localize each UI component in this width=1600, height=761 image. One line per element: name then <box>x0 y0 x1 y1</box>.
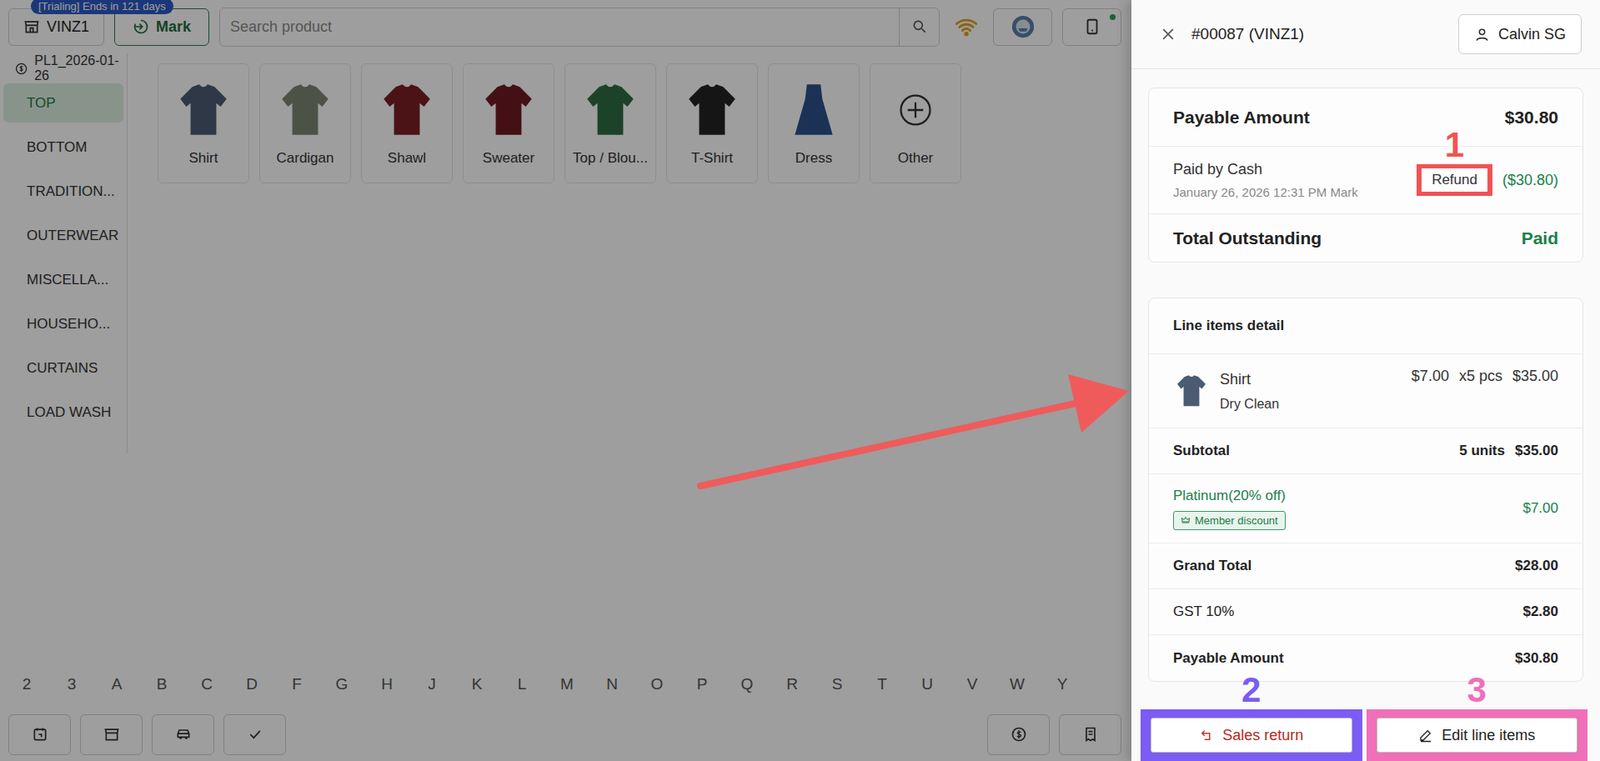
order-drawer: #00087 (VINZ1) Calvin SG Payable Amount$30… <box>1131 0 1600 761</box>
customer-button[interactable]: Calvin SG <box>1458 14 1582 55</box>
pos-screen: VINZ1[Trialing] Ends in 121 daysMarkPL1_… <box>0 0 1600 761</box>
drawer-body: Payable Amount$30.80Paid by CashJanuary … <box>1131 69 1600 710</box>
annotation-box: 2Sales return <box>1140 709 1363 761</box>
drawer-header: #00087 (VINZ1) Calvin SG <box>1131 0 1600 70</box>
action-button[interactable]: Edit line items <box>1376 717 1579 753</box>
summary-row: GST 10%$2.80 <box>1148 589 1583 636</box>
crown-icon <box>1180 515 1191 526</box>
outstanding-row: Total OutstandingPaid <box>1148 214 1583 262</box>
summary-row: Subtotal5 units$35.00 <box>1148 428 1583 475</box>
member-badge: Member discount <box>1173 511 1286 531</box>
payment-row: Paid by CashJanuary 26, 2026 12:31 PM Ma… <box>1148 146 1583 215</box>
person-icon <box>1474 26 1490 43</box>
payment-card: Payable Amount$30.80Paid by CashJanuary … <box>1148 87 1584 263</box>
return-icon <box>1198 727 1214 743</box>
close-icon[interactable] <box>1159 25 1177 43</box>
action-button[interactable]: Sales return <box>1150 717 1353 753</box>
line-item[interactable]: ShirtDry Clean$7.00x5 pcs$35.00 <box>1148 354 1583 429</box>
payable-row: Payable Amount$30.80 <box>1148 88 1583 147</box>
line-items-card: Line items detailShirtDry Clean$7.00x5 p… <box>1148 297 1584 683</box>
annotation-box: 3Edit line items <box>1366 709 1589 761</box>
annotation-number: 2 <box>1241 672 1261 708</box>
order-title: #00087 (VINZ1) <box>1191 25 1305 44</box>
annotation-number: 1 <box>1444 127 1465 163</box>
summary-row: Platinum(20% off) Member discount$7.00 <box>1148 474 1583 544</box>
line-items-title: Line items detail <box>1148 298 1583 355</box>
annotation-arrow-icon <box>0 0 1600 761</box>
drawer-actions: 2Sales return3Edit line items <box>1131 709 1600 761</box>
shirt-icon <box>1173 372 1210 410</box>
annotation-box: 1Refund <box>1416 164 1493 196</box>
summary-row: Payable Amount$30.80 <box>1148 635 1583 682</box>
refund-button[interactable]: Refund <box>1421 168 1488 192</box>
summary-row: Grand Total$28.00 <box>1148 543 1583 590</box>
pencil-icon <box>1418 727 1434 743</box>
annotation-number: 3 <box>1467 672 1487 708</box>
